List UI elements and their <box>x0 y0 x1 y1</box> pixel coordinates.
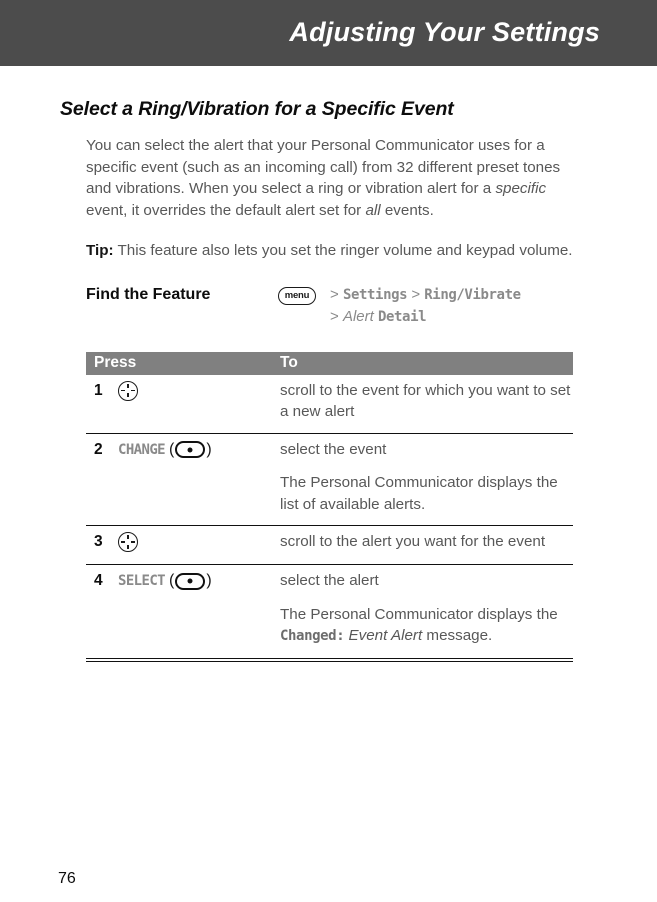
step-instruction: select the alert <box>280 572 379 589</box>
paren-close: ) <box>206 440 212 458</box>
soft-key-icon <box>175 441 206 458</box>
intro-text-part-3: events. <box>380 201 434 219</box>
paren-open: ( <box>168 440 175 458</box>
find-the-feature-label: Find the Feature <box>86 285 211 303</box>
step-press-cell: 4 SELECT ( ) <box>86 565 280 658</box>
soft-key-dot-icon <box>187 447 193 452</box>
step-result: The Personal Communicator displays the C… <box>280 604 573 648</box>
soft-key-dot-icon <box>187 578 193 584</box>
step-result-part-2: message. <box>422 627 493 644</box>
nav-arrow-down-icon <box>127 393 129 398</box>
intro-paragraph: You can select the alert that your Perso… <box>86 135 573 221</box>
nav-arrow-up-icon <box>127 383 129 388</box>
step-to-cell: scroll to the alert you want for the eve… <box>280 526 573 564</box>
table-row: 2 CHANGE ( ) select the event The Person… <box>86 432 573 526</box>
step-key <box>118 532 138 552</box>
intro-text-part-2: event, it overrides the default alert se… <box>86 201 366 219</box>
path-term-settings: Settings <box>342 286 408 303</box>
path-separator-2: > <box>411 285 421 303</box>
step-to-cell: scroll to the event for which you want t… <box>280 375 573 433</box>
step-key: CHANGE ( ) <box>118 440 212 460</box>
step-number: 1 <box>94 381 103 399</box>
nav-arrow-left-icon <box>121 389 126 392</box>
menu-path: > Settings > Ring/Vibrate > Alert Detail <box>330 284 580 328</box>
path-separator-3: > <box>330 307 339 325</box>
step-key <box>118 380 138 401</box>
navigation-key-icon <box>118 532 138 552</box>
nav-arrow-down-icon <box>127 544 129 549</box>
path-term-ring-vibrate: Ring/Vibrate <box>424 286 521 303</box>
tip-label: Tip: <box>86 242 114 259</box>
intro-emphasis-all: all <box>365 201 381 219</box>
navigation-key-icon <box>118 380 138 401</box>
step-instruction: scroll to the alert you want for the eve… <box>280 533 546 550</box>
column-header-to: To <box>280 354 298 371</box>
path-term-alert: Alert <box>342 307 374 325</box>
step-instruction: select the event <box>280 440 387 458</box>
step-result-code: Changed: <box>280 628 345 644</box>
intro-emphasis-specific: specific <box>495 180 547 197</box>
table-row: 1 scroll to the event for which you want… <box>86 375 573 433</box>
step-number: 2 <box>94 440 103 458</box>
nav-arrow-right-icon <box>130 389 135 392</box>
table-bottom-rule-outer <box>86 657 573 659</box>
step-to-cell: select the alert The Personal Communicat… <box>280 565 573 658</box>
page-title: Adjusting Your Settings <box>289 17 600 47</box>
running-header-band: Adjusting Your Settings <box>0 0 657 66</box>
page-content: Select a Ring/Vibration for a Specific E… <box>0 66 657 662</box>
path-term-detail: Detail <box>377 308 427 325</box>
column-header-press: Press <box>94 354 137 371</box>
nav-arrow-right-icon <box>130 541 135 543</box>
nav-arrow-left-icon <box>121 541 126 543</box>
softkey-label-change: CHANGE <box>118 441 166 458</box>
step-result-emphasis: Event Alert <box>348 627 423 644</box>
steps-table-header-row: Press To <box>86 351 573 375</box>
step-result: The Personal Communicator displays the l… <box>280 474 558 513</box>
paren-close: ) <box>206 572 212 589</box>
softkey-label-select: SELECT <box>118 573 166 589</box>
menu-path-line-2: > Alert Detail <box>330 306 580 328</box>
step-number: 3 <box>94 533 103 550</box>
step-number: 4 <box>94 572 103 589</box>
menu-key-icon: menu <box>278 286 316 305</box>
step-result-part-1: The Personal Communicator displays the <box>280 605 558 623</box>
intro-text-part-1: You can select the alert that your Perso… <box>86 137 561 197</box>
menu-path-line-1: > Settings > Ring/Vibrate <box>330 284 580 306</box>
steps-table: Press To 1 scroll to the event for which… <box>86 351 573 662</box>
step-press-cell: 3 <box>86 526 280 564</box>
step-instruction: scroll to the event for which you want t… <box>280 381 571 421</box>
path-separator-1: > <box>330 285 339 303</box>
table-row: 3 scroll to the alert you want for the e… <box>86 525 573 564</box>
find-the-feature-block: Find the Feature menu > Settings > Ring/… <box>86 284 573 336</box>
step-to-cell: select the event The Personal Communicat… <box>280 434 573 526</box>
soft-key-icon <box>175 572 206 590</box>
step-key: SELECT ( ) <box>118 571 212 591</box>
section-heading: Select a Ring/Vibration for a Specific E… <box>60 98 454 120</box>
nav-arrow-up-icon <box>127 535 129 540</box>
page-number: 76 <box>58 870 76 887</box>
paren-open: ( <box>168 572 175 589</box>
table-bottom-rule-inner <box>86 661 573 662</box>
table-row: 4 SELECT ( ) select the alert The Person… <box>86 564 573 658</box>
step-press-cell: 1 <box>86 375 280 433</box>
step-press-cell: 2 CHANGE ( ) <box>86 434 280 526</box>
tip-paragraph: Tip: This feature also lets you set the … <box>86 240 573 262</box>
tip-text: This feature also lets you set the ringe… <box>113 242 573 259</box>
